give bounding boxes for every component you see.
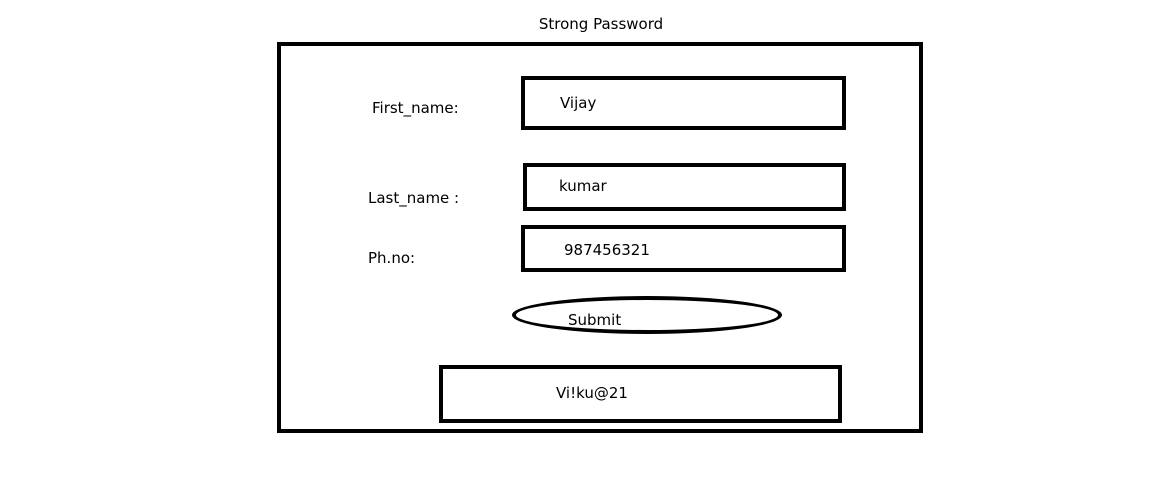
first-name-value: Vijay bbox=[560, 94, 597, 112]
last-name-label: Last_name : bbox=[368, 189, 460, 207]
submit-button-label: Submit bbox=[568, 311, 622, 329]
first-name-field[interactable]: Vijay bbox=[521, 76, 846, 130]
phone-label: Ph.no: bbox=[368, 249, 416, 267]
last-name-field[interactable]: kumar bbox=[523, 163, 846, 211]
phone-field[interactable]: 987456321 bbox=[521, 225, 846, 272]
password-output-value: Vi!ku@21 bbox=[556, 384, 628, 402]
submit-button[interactable]: Submit bbox=[512, 296, 782, 334]
first-name-label: First_name: bbox=[372, 99, 459, 117]
password-output-field: Vi!ku@21 bbox=[439, 365, 842, 423]
phone-value: 987456321 bbox=[564, 241, 650, 259]
page-title: Strong Password bbox=[538, 15, 664, 33]
last-name-value: kumar bbox=[559, 177, 607, 195]
